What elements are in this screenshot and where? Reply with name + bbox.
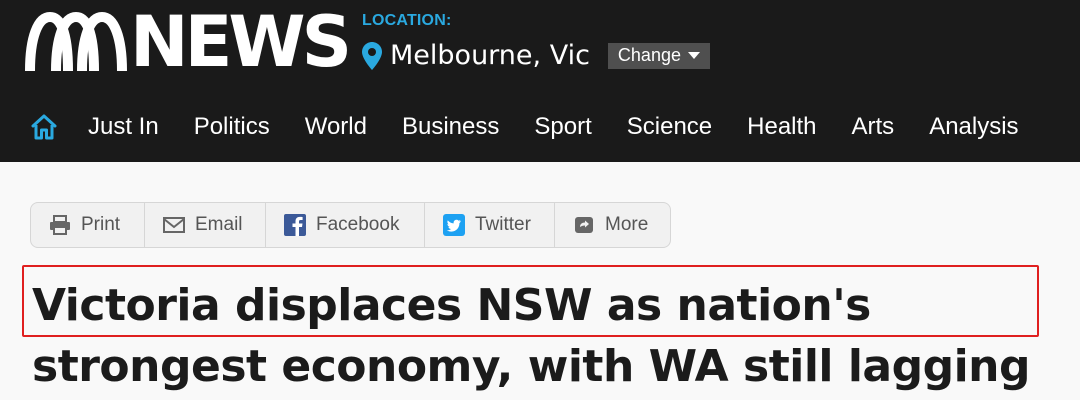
site-header: NEWS LOCATION: Melbourne, Vic Change Jus… bbox=[0, 0, 1080, 162]
caret-down-icon bbox=[687, 51, 700, 59]
logo-text: NEWS bbox=[130, 1, 352, 83]
printer-icon bbox=[50, 215, 70, 235]
abc-news-logo[interactable]: NEWS bbox=[24, 1, 352, 83]
twitter-button[interactable]: Twitter bbox=[425, 203, 555, 247]
nav-item-world[interactable]: World bbox=[305, 113, 367, 141]
nav-item-business[interactable]: Business bbox=[402, 113, 499, 141]
twitter-icon bbox=[443, 214, 465, 236]
change-location-button[interactable]: Change bbox=[607, 42, 710, 69]
main-nav: Just In Politics World Business Sport Sc… bbox=[0, 102, 1054, 152]
email-label: Email bbox=[195, 214, 243, 235]
envelope-icon bbox=[163, 217, 185, 233]
facebook-button[interactable]: Facebook bbox=[266, 203, 425, 247]
nav-item-sport[interactable]: Sport bbox=[534, 113, 591, 141]
change-label: Change bbox=[617, 44, 681, 65]
more-label: More bbox=[605, 214, 649, 235]
share-more-icon bbox=[575, 217, 593, 233]
abc-logo-icon bbox=[25, 11, 127, 72]
location-city: Melbourne, Vic bbox=[390, 40, 590, 71]
home-icon[interactable] bbox=[30, 113, 58, 141]
nav-item-arts[interactable]: Arts bbox=[852, 113, 895, 141]
location-widget: LOCATION: Melbourne, Vic Change bbox=[362, 12, 710, 71]
location-row: Melbourne, Vic Change bbox=[362, 40, 710, 71]
more-button[interactable]: More bbox=[555, 203, 670, 247]
email-button[interactable]: Email bbox=[145, 203, 266, 247]
nav-item-analysis[interactable]: Analysis bbox=[929, 113, 1018, 141]
twitter-label: Twitter bbox=[475, 214, 531, 235]
facebook-label: Facebook bbox=[316, 214, 400, 235]
nav-item-just-in[interactable]: Just In bbox=[88, 113, 159, 141]
facebook-icon bbox=[284, 214, 306, 236]
nav-item-politics[interactable]: Politics bbox=[194, 113, 270, 141]
map-pin-icon bbox=[362, 41, 382, 70]
print-button[interactable]: Print bbox=[31, 203, 145, 247]
share-toolbar: Print Email Facebook Twitter More bbox=[30, 202, 671, 248]
nav-item-health[interactable]: Health bbox=[747, 113, 816, 141]
nav-item-science[interactable]: Science bbox=[627, 113, 712, 141]
location-label: LOCATION: bbox=[362, 12, 452, 29]
print-label: Print bbox=[81, 214, 121, 235]
article-headline: Victoria displaces NSW as nation's stron… bbox=[32, 280, 1031, 392]
